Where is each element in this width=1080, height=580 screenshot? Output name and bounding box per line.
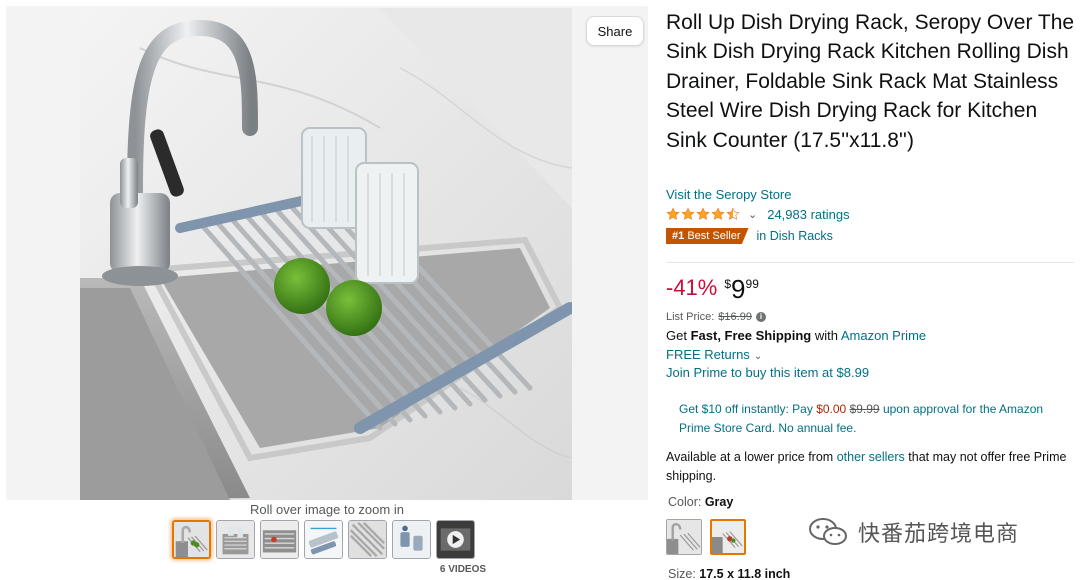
product-info: Roll Up Dish Drying Rack, Seropy Over Th…: [666, 8, 1076, 580]
image-gallery: Share: [6, 6, 648, 500]
list-price-row: List Price: $16.99 i: [666, 311, 766, 323]
availability-prefix: Available at a lower price from: [666, 450, 834, 464]
best-seller-row: #1 Best Seller in Dish Racks: [666, 228, 833, 244]
product-photo: [80, 8, 572, 500]
shipping-fast-free: Fast, Free Shipping: [690, 328, 812, 343]
size-label: Size: 17.5 x 11.8 inch: [668, 567, 790, 580]
watermark-text: 快番茄跨境电商: [858, 522, 1020, 547]
shipping-line: Get Fast, Free Shipping with Amazon Prim…: [666, 327, 926, 345]
videos-count-label[interactable]: 6 VIDEOS: [430, 564, 496, 575]
ratings-count-link[interactable]: 24,983 ratings: [767, 207, 849, 222]
shipping-with: with: [814, 328, 838, 343]
star-full-icon: [696, 207, 710, 220]
color-value: Gray: [704, 495, 734, 509]
promo-old-price: $9.99: [849, 402, 880, 416]
star-full-icon: [681, 207, 695, 220]
join-prime-link[interactable]: Join Prime to buy this item at $8.99: [666, 365, 869, 380]
main-product-image[interactable]: [80, 8, 572, 500]
watermark: 快番茄跨境电商: [808, 516, 1019, 548]
color-swatches: [666, 519, 746, 555]
thumbnail-6[interactable]: [392, 520, 431, 559]
price-whole: 9: [731, 274, 746, 304]
promo-new-price: $0.00: [816, 402, 847, 416]
color-swatch-2[interactable]: [710, 519, 746, 555]
share-button[interactable]: Share: [586, 16, 644, 46]
store-link[interactable]: Visit the Seropy Store: [666, 187, 792, 202]
thumbnail-5[interactable]: [348, 520, 387, 559]
chevron-down-icon[interactable]: ⌄: [754, 351, 762, 362]
free-returns-line: FREE Returns ⌄: [666, 346, 762, 366]
card-promo[interactable]: Get $10 off instantly: Pay $0.00 $9.99 u…: [679, 400, 1075, 438]
discount-percent: -41%: [666, 275, 718, 300]
zoom-hint: Roll over image to zoom in: [250, 502, 404, 517]
amazon-prime-link[interactable]: Amazon Prime: [841, 328, 926, 343]
free-returns-link[interactable]: FREE Returns: [666, 347, 750, 362]
info-icon[interactable]: i: [755, 312, 766, 322]
chevron-down-icon[interactable]: ⌄: [748, 208, 757, 221]
star-full-icon: [711, 207, 725, 220]
price-fraction: 99: [745, 277, 759, 291]
best-seller-badge[interactable]: #1 Best Seller: [666, 228, 749, 244]
badge-rank: #1: [672, 230, 685, 242]
thumbnail-strip: [172, 520, 475, 559]
promo-text-1: Get $10 off instantly: Pay: [679, 402, 813, 416]
list-price-label: List Price:: [666, 311, 715, 323]
wechat-icon: [809, 518, 847, 545]
price: $ 9 99: [724, 275, 759, 303]
rating-row: ⌄ 24,983 ratings: [666, 205, 850, 223]
size-label-text: Size:: [668, 567, 696, 580]
color-swatch-1[interactable]: [666, 519, 702, 555]
join-prime-line: Join Prime to buy this item at $8.99: [666, 364, 869, 382]
size-value: 17.5 x 11.8 inch: [699, 567, 791, 580]
star-rating[interactable]: [666, 207, 740, 221]
thumbnail-3[interactable]: [260, 520, 299, 559]
color-label-text: Color:: [668, 495, 702, 509]
thumbnail-4[interactable]: [304, 520, 343, 559]
star-half-icon: [726, 207, 740, 220]
thumbnail-1[interactable]: [172, 520, 211, 559]
product-title: Roll Up Dish Drying Rack, Seropy Over Th…: [666, 11, 1075, 152]
price-currency: $: [724, 277, 732, 291]
other-sellers-link[interactable]: other sellers: [837, 450, 905, 464]
best-seller-category-link[interactable]: in Dish Racks: [757, 229, 833, 243]
availability-note: Available at a lower price from other se…: [666, 448, 1074, 486]
shipping-get: Get: [666, 328, 687, 343]
thumbnail-2[interactable]: [216, 520, 255, 559]
price-row: -41% $ 9 99: [666, 275, 759, 303]
thumbnail-video[interactable]: [436, 520, 475, 559]
color-label: Color: Gray: [668, 495, 733, 509]
list-price-value: $16.99: [718, 311, 752, 323]
star-full-icon: [666, 207, 680, 220]
divider: [666, 262, 1074, 263]
badge-text: Best Seller: [687, 230, 741, 242]
